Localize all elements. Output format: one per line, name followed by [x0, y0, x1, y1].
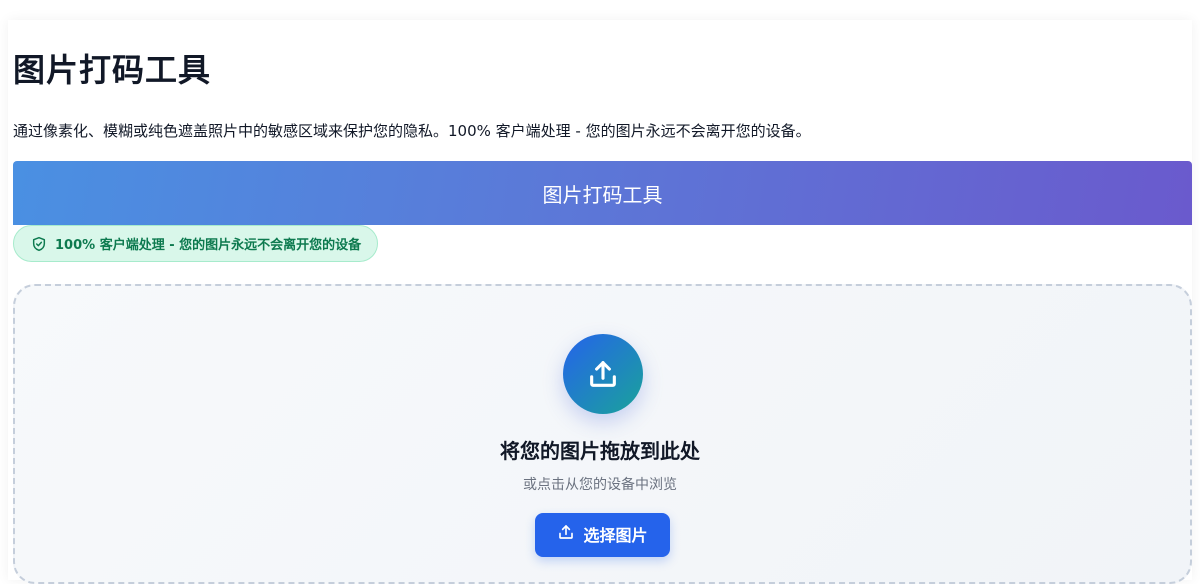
privacy-badge: 100% 客户端处理 - 您的图片永远不会离开您的设备 [13, 225, 379, 262]
page-description: 通过像素化、模糊或纯色遮盖照片中的敏感区域来保护您的隐私。100% 客户端处理 … [13, 122, 811, 140]
tool-header: 图片打码工具 [13, 161, 1192, 225]
upload-icon [557, 523, 575, 545]
choose-image-button-label: 选择图片 [583, 526, 648, 545]
choose-image-button[interactable]: 选择图片 [535, 513, 670, 557]
page-title: 图片打码工具 [13, 51, 212, 89]
tool-header-title: 图片打码工具 [542, 182, 663, 207]
shield-check-icon [31, 236, 47, 252]
privacy-badge-label: 100% 客户端处理 - 您的图片永远不会离开您的设备 [55, 238, 362, 253]
dropzone-subtitle: 或点击从您的设备中浏览 [523, 477, 677, 493]
dropzone-title: 将您的图片拖放到此处 [500, 439, 700, 463]
upload-icon[interactable] [563, 334, 643, 414]
